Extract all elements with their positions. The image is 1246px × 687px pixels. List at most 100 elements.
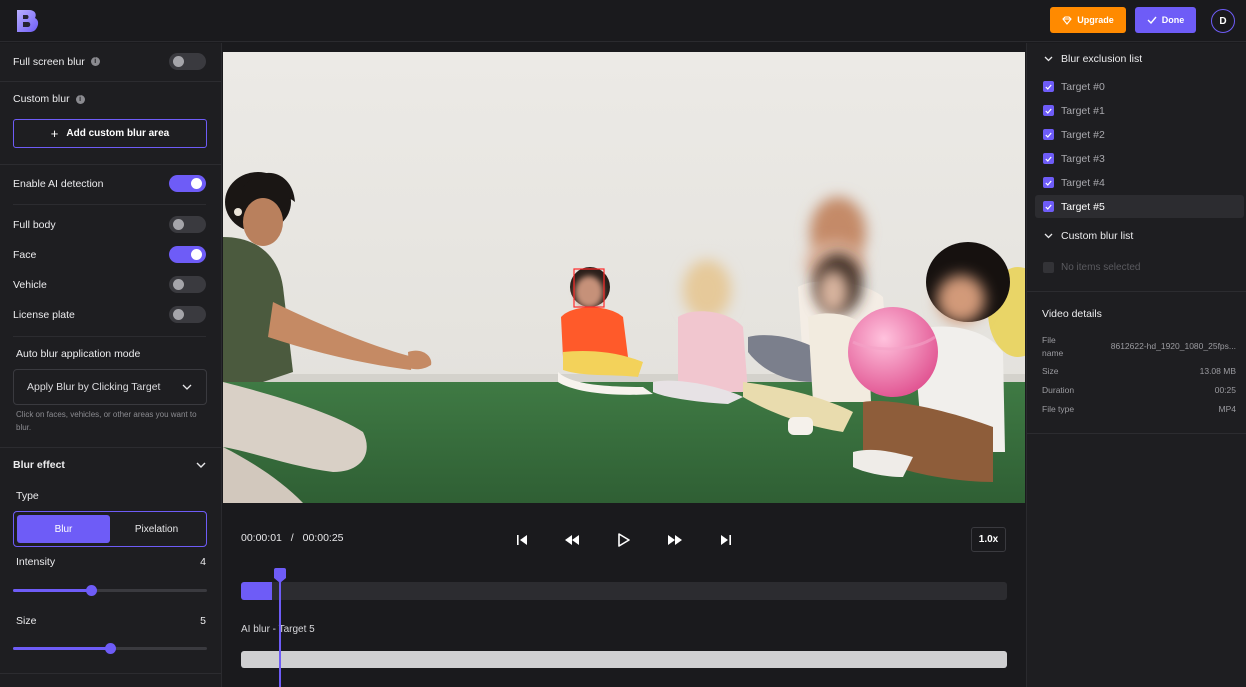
check-icon xyxy=(1045,180,1052,186)
vehicle-toggle[interactable] xyxy=(169,276,206,293)
blur-exclusion-header[interactable]: Blur exclusion list xyxy=(1044,53,1142,65)
upgrade-button[interactable]: Upgrade xyxy=(1050,7,1126,33)
target-item[interactable]: Target #0 xyxy=(1035,75,1244,98)
enable-ai-detection-label: Enable AI detection xyxy=(13,177,104,190)
skip-to-end-button[interactable] xyxy=(713,528,739,552)
target-item[interactable]: Target #4 xyxy=(1035,171,1244,194)
check-icon xyxy=(1045,204,1052,210)
size-slider[interactable] xyxy=(13,643,207,654)
checkbox-disabled xyxy=(1043,262,1054,273)
divider xyxy=(0,81,221,82)
full-body-label: Full body xyxy=(13,218,56,231)
chevron-down-icon xyxy=(1044,233,1053,239)
blur-effect-header[interactable]: Blur effect xyxy=(13,459,206,471)
playhead[interactable] xyxy=(279,570,281,687)
checkbox-checked[interactable] xyxy=(1043,177,1054,188)
size-slider-handle[interactable] xyxy=(105,643,116,654)
play-button[interactable] xyxy=(611,528,637,552)
current-time: 00:00:01 xyxy=(241,532,282,544)
left-panel: Full screen blur i Custom blur i + Add cus… xyxy=(0,43,222,687)
size-label: Size xyxy=(16,615,37,627)
detail-row-file-name: File name 8612622-hd_1920_1080_25fps... xyxy=(1042,334,1236,360)
checkbox-checked[interactable] xyxy=(1043,201,1054,212)
plus-icon: + xyxy=(50,126,59,141)
enable-ai-detection-toggle[interactable] xyxy=(169,175,206,192)
detail-row-size: Size 13.08 MB xyxy=(1042,366,1236,376)
full-screen-blur-label: Full screen blur xyxy=(13,55,85,68)
vehicle-row: Vehicle xyxy=(13,276,206,293)
pixelation-type-option[interactable]: Pixelation xyxy=(110,515,203,543)
timeline-track[interactable] xyxy=(241,582,1007,600)
check-icon xyxy=(1045,108,1052,114)
blur-exclusion-title: Blur exclusion list xyxy=(1061,53,1143,65)
target-label: Target #5 xyxy=(1061,200,1105,213)
file-name-value: 8612622-hd_1920_1080_25fps... xyxy=(1110,341,1236,351)
ai-blur-track[interactable] xyxy=(241,651,1007,668)
check-icon xyxy=(1147,16,1157,24)
divider xyxy=(0,447,221,448)
target-item[interactable]: Target #3 xyxy=(1035,147,1244,170)
license-plate-label: License plate xyxy=(13,308,75,321)
full-body-toggle[interactable] xyxy=(169,216,206,233)
intensity-slider[interactable] xyxy=(13,585,207,596)
target-item-selected[interactable]: Target #5 xyxy=(1035,195,1244,218)
checkbox-checked[interactable] xyxy=(1043,105,1054,116)
size-detail-label: Size xyxy=(1042,366,1059,376)
app-logo[interactable] xyxy=(15,9,41,33)
track-label: AI blur - Target 5 xyxy=(241,624,315,635)
chevron-down-icon[interactable] xyxy=(196,462,206,468)
detail-row-duration: Duration 00:25 xyxy=(1042,385,1236,395)
divider xyxy=(0,673,221,674)
diamond-icon xyxy=(1062,15,1072,25)
video-preview[interactable] xyxy=(223,52,1025,503)
full-screen-blur-toggle[interactable] xyxy=(169,53,206,70)
info-icon[interactable]: i xyxy=(90,57,100,66)
enable-ai-detection-row: Enable AI detection xyxy=(13,175,206,192)
play-icon xyxy=(618,533,630,547)
skip-to-start-button[interactable] xyxy=(509,528,535,552)
add-custom-blur-area-label: Add custom blur area xyxy=(66,128,170,139)
fast-forward-button[interactable] xyxy=(662,528,688,552)
face-label: Face xyxy=(13,248,37,261)
video-details-title: Video details xyxy=(1042,308,1102,320)
auto-blur-mode-select[interactable]: Apply Blur by Clicking Target xyxy=(13,369,207,405)
no-items-text: No items selected xyxy=(1061,262,1141,273)
custom-blur-list-header[interactable]: Custom blur list xyxy=(1044,230,1133,242)
license-plate-row: License plate xyxy=(13,306,206,323)
target-label: Target #2 xyxy=(1061,128,1105,141)
chevron-down-icon xyxy=(182,384,192,390)
rewind-icon xyxy=(565,535,579,545)
playhead-handle-tip xyxy=(274,578,286,583)
check-icon xyxy=(1045,156,1052,162)
file-name-label: File name xyxy=(1042,335,1064,358)
intensity-slider-handle[interactable] xyxy=(85,585,97,596)
target-item[interactable]: Target #1 xyxy=(1035,99,1244,122)
playback-speed-button[interactable]: 1.0x xyxy=(971,527,1006,552)
divider xyxy=(1027,291,1246,292)
upgrade-label: Upgrade xyxy=(1077,15,1114,25)
info-icon[interactable]: i xyxy=(75,94,85,104)
rewind-button[interactable] xyxy=(559,528,585,552)
checkbox-checked[interactable] xyxy=(1043,129,1054,140)
avatar[interactable]: D xyxy=(1211,9,1235,33)
target-item[interactable]: Target #2 xyxy=(1035,123,1244,146)
license-plate-toggle[interactable] xyxy=(169,306,206,323)
auto-blur-mode-row: Auto blur application mode xyxy=(16,348,206,360)
checkbox-checked[interactable] xyxy=(1043,81,1054,92)
right-panel: Blur exclusion list Target #0 Target #1 … xyxy=(1026,43,1246,687)
auto-blur-mode-label: Auto blur application mode xyxy=(16,348,141,360)
playhead-handle[interactable] xyxy=(274,568,286,578)
intensity-label: Intensity xyxy=(16,556,56,568)
size-row: Size 5 xyxy=(16,615,206,627)
file-type-label: File type xyxy=(1042,404,1075,414)
target-label: Target #0 xyxy=(1061,80,1105,93)
blur-type-option[interactable]: Blur xyxy=(17,515,110,543)
face-toggle[interactable] xyxy=(169,246,206,263)
blur-type-segmented-control: Blur Pixelation xyxy=(13,511,207,547)
target-label: Target #1 xyxy=(1061,104,1105,117)
add-custom-blur-area-button[interactable]: + Add custom blur area xyxy=(13,119,207,148)
checkbox-checked[interactable] xyxy=(1043,153,1054,164)
done-button[interactable]: Done xyxy=(1135,7,1196,33)
type-row: Type xyxy=(16,490,206,502)
video-frame-image[interactable] xyxy=(223,52,1025,503)
